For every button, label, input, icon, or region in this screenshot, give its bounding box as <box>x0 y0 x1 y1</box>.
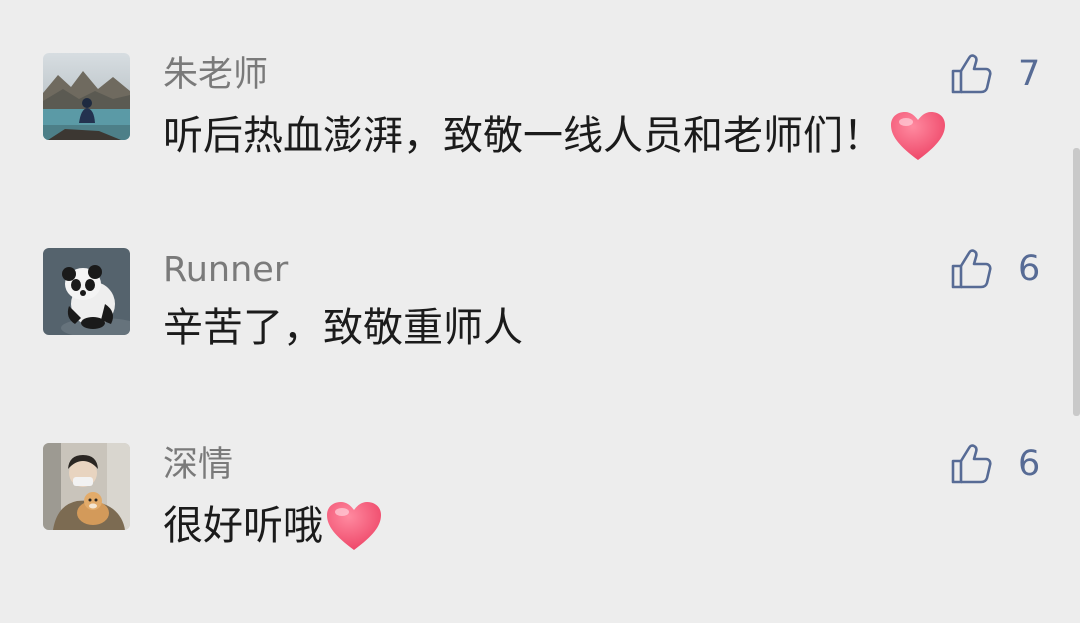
comment-text: 辛苦了，致敬重师人 <box>163 305 523 351</box>
comment-text: 很好听哦 <box>163 500 383 552</box>
comment-text-content: 很好听哦 <box>163 503 323 549</box>
thumbs-up-icon <box>951 54 992 94</box>
avatar[interactable] <box>43 248 130 335</box>
thumbs-up-icon <box>951 444 992 484</box>
comment-text-content: 辛苦了，致敬重师人 <box>163 305 523 351</box>
comment-author: Runner <box>163 250 289 290</box>
like-button[interactable]: 6 <box>950 443 1040 485</box>
scrollbar[interactable] <box>1073 148 1080 416</box>
like-button[interactable]: 6 <box>950 248 1040 290</box>
like-count: 6 <box>1018 444 1041 484</box>
like-count: 7 <box>1018 54 1041 94</box>
avatar[interactable] <box>43 53 130 140</box>
avatar[interactable] <box>43 443 130 530</box>
comment-text-content: 听后热血澎湃，致敬一线人员和老师们！ <box>163 113 883 159</box>
comment-author: 朱老师 <box>163 55 269 95</box>
like-count: 6 <box>1018 249 1041 289</box>
comment-author: 深情 <box>163 445 234 485</box>
like-button[interactable]: 7 <box>950 53 1040 95</box>
thumbs-up-icon <box>951 249 992 289</box>
comment-text: 听后热血澎湃，致敬一线人员和老师们！ <box>163 110 947 162</box>
heart-icon <box>325 500 383 552</box>
heart-icon <box>889 110 947 162</box>
